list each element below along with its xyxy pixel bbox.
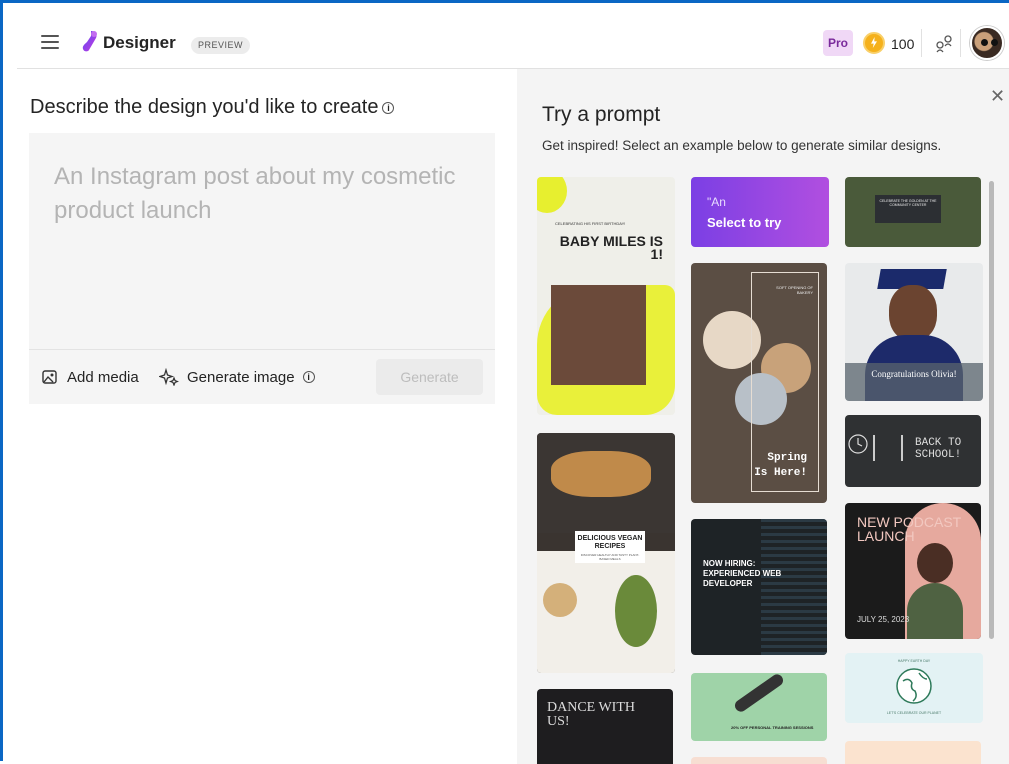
generate-image-label: Generate image (187, 368, 295, 386)
image-add-icon (42, 370, 57, 384)
earth-card-text: LET'S CELEBRATE OUR PLANET (886, 711, 942, 715)
brand-name: Designer (103, 33, 176, 52)
vegan-card-subtitle: DISCOVER HEALTHY AND TASTY PLANT-BASED M… (580, 553, 640, 561)
prompt-card-graduation[interactable]: Congratulations Olivia! (845, 263, 983, 401)
app-window: Designer PREVIEW Pro 100 Describe the de… (0, 0, 1009, 764)
hiring-card-title: NOW HIRING: EXPERIENCED WEB DEVELOPER (703, 559, 782, 588)
training-card-text: 20% OFF PERSONAL TRAINING SESSIONS (731, 725, 814, 730)
prompt-card-now-hiring[interactable]: NOW HIRING: EXPERIENCED WEB DEVELOPER (691, 519, 827, 655)
coin-icon (863, 32, 885, 54)
info-icon[interactable]: i (302, 371, 315, 383)
info-icon[interactable]: i (382, 102, 395, 114)
back-to-school-title: BACK TO SCHOOL! (915, 437, 962, 461)
podcast-card-title: NEW PODCAST LAUNCH (857, 514, 961, 544)
generate-image-button[interactable]: Generate image i (159, 368, 315, 386)
top-bar: Designer PREVIEW Pro 100 (17, 17, 1009, 69)
prompt-card-select-to-try[interactable]: "An Select to try (691, 177, 829, 247)
prompt-card-spring-bakery[interactable]: SOFT OPENING OF BAKERY Spring Is Here! (691, 263, 827, 503)
close-icon[interactable]: ✕ (990, 86, 1005, 107)
try-a-prompt-panel: ✕ Try a prompt Get inspired! Select an e… (517, 69, 1009, 764)
prompt-card-new-podcast[interactable]: NEW PODCAST LAUNCH JULY 25, 2023 (845, 503, 981, 639)
sparkle-icon (159, 368, 179, 386)
prompt-pane: Describe the design you'd like to create… (17, 69, 517, 764)
prompt-toolbar: Add media Generate image i Generate (29, 350, 495, 404)
earth-card-top-text: HAPPY EARTH DAY (897, 659, 931, 663)
select-to-try-label: Select to try (707, 215, 782, 230)
add-media-label: Add media (67, 368, 139, 386)
prompt-textarea[interactable]: An Instagram post about my cosmetic prod… (29, 133, 495, 350)
generate-button[interactable]: Generate (376, 359, 483, 395)
credit-count: 100 (891, 36, 915, 52)
prompt-card-earth-day[interactable]: HAPPY EARTH DAY LET'S CELEBRATE OUR PLAN… (845, 653, 983, 723)
user-avatar[interactable] (970, 26, 1004, 60)
graduation-card-title: Congratulations Olivia! (871, 369, 957, 379)
panel-title: Try a prompt (542, 103, 661, 126)
share-icon[interactable] (934, 33, 954, 53)
prompt-heading-text: Describe the design you'd like to create (30, 96, 379, 118)
globe-icon (896, 668, 932, 704)
community-card-text: CELEBRATE THE GOLDEN AT THE COMMUNITY CE… (879, 199, 937, 207)
dance-card-title: DANCE WITH US! (547, 700, 636, 729)
alarm-clock-icon (848, 434, 868, 454)
divider (960, 29, 961, 57)
pro-badge[interactable]: Pro (823, 30, 853, 56)
baby-card-title: BABY MILES IS 1! (559, 233, 663, 262)
spring-card-title: Spring Is Here! (754, 452, 807, 479)
prompt-quote-text: "An (707, 195, 726, 209)
prompt-placeholder: An Instagram post about my cosmetic prod… (54, 163, 456, 224)
prompt-card-vegan-recipes[interactable]: DELICIOUS VEGAN RECIPES DISCOVER HEALTHY… (537, 433, 675, 673)
vegan-card-title: DELICIOUS VEGAN RECIPES (577, 535, 643, 550)
prompt-card-training[interactable]: 20% OFF PERSONAL TRAINING SESSIONS (691, 673, 827, 741)
podcast-card-date: JULY 25, 2023 (857, 615, 910, 624)
prompt-heading: Describe the design you'd like to create… (30, 96, 395, 119)
divider (921, 29, 922, 57)
bakery-card-top-text: SOFT OPENING OF BAKERY (776, 285, 813, 295)
prompt-card-baby-birthday[interactable]: CELEBRATING HIS FIRST BIRTHDAY! BABY MIL… (537, 177, 675, 415)
prompt-card-dance[interactable]: DANCE WITH US! (537, 689, 673, 764)
prompt-card-back-to-school[interactable]: BACK TO SCHOOL! (845, 415, 981, 487)
designer-logo-icon (82, 31, 97, 52)
preview-badge: PREVIEW (191, 37, 251, 54)
panel-subtitle: Get inspired! Select an example below to… (542, 138, 942, 153)
add-media-button[interactable]: Add media (41, 368, 139, 386)
scrollbar[interactable] (989, 181, 994, 639)
hamburger-menu-icon[interactable] (41, 35, 59, 49)
baby-card-top-text: CELEBRATING HIS FIRST BIRTHDAY! (555, 221, 626, 226)
prompt-card-community[interactable]: CELEBRATE THE GOLDEN AT THE COMMUNITY CE… (845, 177, 981, 247)
